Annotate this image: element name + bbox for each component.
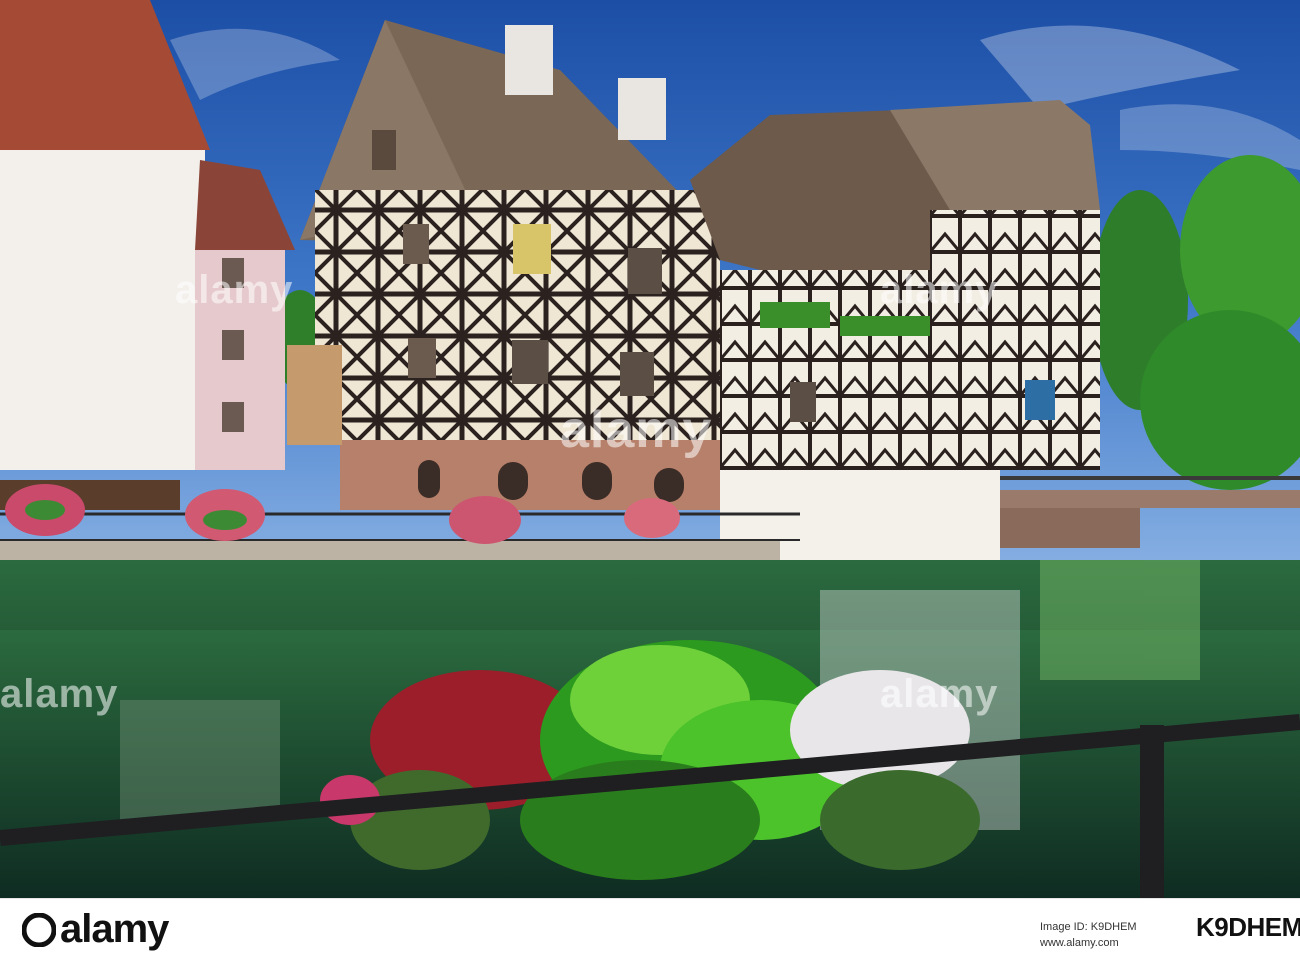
watermark-left-upper: alamy (175, 268, 294, 312)
watermark-right-upper: alamy (880, 268, 999, 312)
photo: alamy alamy alamy alamy alamy (0, 0, 1300, 898)
watermark-right-lower: alamy (880, 672, 999, 716)
site-url: www.alamy.com (1040, 937, 1119, 949)
brand-logo-text: alamy (60, 907, 169, 951)
watermark-center: alamy (560, 401, 713, 459)
alamy-logo-icon (22, 913, 56, 947)
watermark-left-lower: alamy (0, 672, 119, 716)
image-id-label: Image ID: K9DHEM (1040, 921, 1137, 933)
image-id-code: K9DHEM (1196, 912, 1300, 942)
footer-bar: alamy Image ID: K9DHEM K9DHEM www.alamy.… (0, 898, 1300, 962)
